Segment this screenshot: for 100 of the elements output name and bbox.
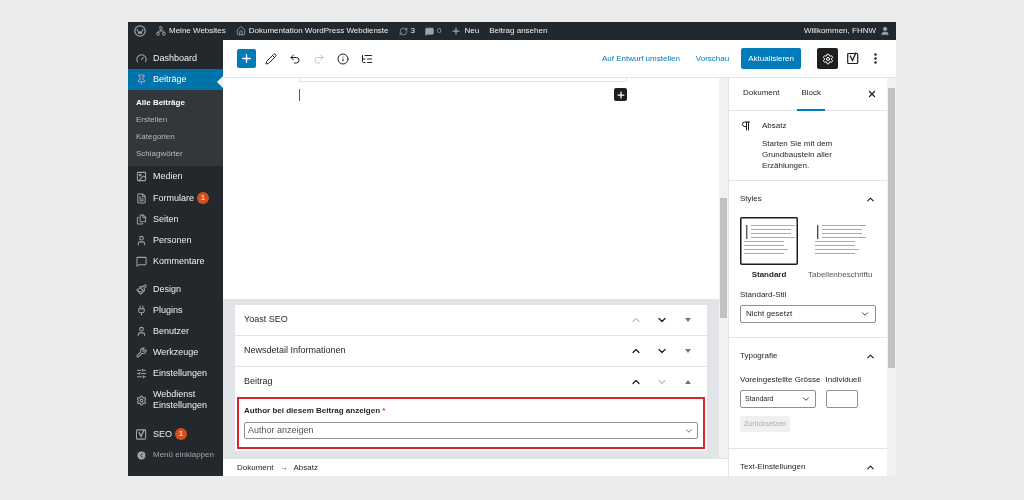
wrench-icon [136,347,147,358]
home-icon [235,26,246,36]
add-block-button[interactable] [237,49,256,68]
submenu-item[interactable]: Alle Beiträge [128,94,223,111]
menu-label: Webdienst Einstellungen [153,389,209,411]
panel-header[interactable]: Typografie [729,338,887,374]
sidebar-tab[interactable]: Dokument [739,78,784,111]
comments-link[interactable]: 0 [425,25,442,37]
menu-label: Benutzer [153,326,190,337]
panel-header[interactable]: Text-Einstellungen [729,449,887,476]
brush-icon [136,284,147,295]
plus-icon [615,89,626,100]
menu-label: Beiträge [153,74,187,85]
menu-item[interactable]: Design [128,279,223,300]
menu-item[interactable]: Kommentare [128,251,223,272]
submenu-item[interactable]: Schlagwörter [128,145,223,162]
menu-item[interactable]: Seiten [128,209,223,230]
updates-link[interactable]: 3 [398,25,415,37]
menu-item[interactable]: Medien [128,166,223,187]
switch-to-draft-button[interactable]: Auf Entwurf umstellen [598,52,684,65]
triangle-down-icon [685,349,691,353]
default-style-select[interactable]: Nicht gesetzt [740,305,876,323]
menu-item[interactable]: Werkzeuge [128,342,223,363]
update-button[interactable]: Aktualisieren [741,48,801,69]
custom-size-input[interactable] [825,390,858,408]
menu-item[interactable]: Formulare 1 [128,187,223,209]
menu-item[interactable]: SEO 1 [128,423,223,445]
field-label: Standard-Stil [740,289,788,301]
person-icon [136,235,147,246]
sliders-icon [136,368,147,379]
text-cursor [299,88,300,101]
menu-item[interactable]: Dashboard [128,48,223,69]
panel-header[interactable]: Styles [729,181,887,217]
comment-icon [425,26,434,36]
insert-block-button[interactable] [614,88,627,101]
menu-label: Plugins [153,305,183,316]
comment-icon [136,256,147,267]
menu-label: Kommentare [153,256,205,267]
wordpress-logo-icon[interactable] [134,25,146,37]
new-link[interactable]: Neu [451,25,480,37]
scrollbar[interactable] [719,78,728,458]
block-name: Absatz [762,120,788,132]
person-icon [136,326,147,337]
undo-icon [289,52,301,65]
sidebar-tab[interactable]: Block [797,78,826,111]
settings-button[interactable] [817,48,838,69]
breadcrumb-link[interactable]: Dokument [237,461,274,474]
more-icon [873,53,877,64]
plus-icon [451,26,462,36]
y-logo-icon [136,428,147,440]
triangle-up-icon [685,380,691,384]
gauge-icon [136,53,147,64]
pages-icon [136,214,147,225]
account-link[interactable]: Willkommen, FHNW [804,25,890,37]
y-logo-icon [847,52,859,65]
view-post-link[interactable]: Beitrag ansehen [489,25,548,37]
meta-box-title: Newsdetail Informationen [244,344,347,358]
author-select[interactable]: Author anzeigen [244,422,698,439]
triangle-down-icon [685,318,691,322]
menu-label: Personen [153,235,192,246]
menu-label: Medien [153,171,183,182]
site-link[interactable]: Dokumentation WordPress Webdienste [235,25,389,37]
outline-icon [361,52,373,65]
scrollbar[interactable] [887,78,896,476]
menu-label: SEO [153,428,172,440]
submenu-item[interactable]: Kategorien [128,128,223,145]
info-icon [337,52,349,65]
paragraph-icon [740,120,752,132]
field-label: Voreingestellte Grösse [740,374,821,386]
close-button[interactable] [867,89,877,99]
menu-label: Dashboard [153,53,198,64]
notification-badge: 1 [175,428,187,440]
style-preview-drawing[interactable] [740,217,798,265]
breadcrumb-link[interactable]: Absatz [293,461,318,474]
submenu-item[interactable]: Erstellen [128,111,223,128]
collapse-menu-button[interactable]: Menü einklappen [128,445,223,465]
menu-item[interactable]: Plugins [128,300,223,321]
redo-icon [313,52,325,65]
gear-icon [136,394,147,406]
my-sites-link[interactable]: Meine Websites [156,25,226,37]
menu-item[interactable]: Webdienst Einstellungen [128,384,223,416]
menu-label: Formulare [153,192,194,204]
menu-label: Werkzeuge [153,347,199,358]
menu-item[interactable]: Benutzer [128,321,223,342]
image-icon [136,171,147,182]
menu-item[interactable]: Beiträge [128,69,223,90]
menu-label: Einstellungen [153,368,208,379]
notification-badge: 1 [197,192,209,204]
menu-item[interactable]: Einstellungen [128,363,223,384]
breadcrumb-separator: → [279,461,288,474]
pencil-icon [265,52,277,65]
collapse-icon [136,449,147,461]
preview-button[interactable]: Vorschau [689,52,736,65]
close-icon [867,89,877,99]
menu-item[interactable]: Personen [128,230,223,251]
block-description: Starten Sie mit dem Grundbaustein aller Erzählungen. [762,138,834,171]
chevron-down-icon [801,394,811,404]
meta-box-title: Beitrag [244,375,274,389]
plus-icon [240,52,253,65]
updates-icon [398,26,408,36]
